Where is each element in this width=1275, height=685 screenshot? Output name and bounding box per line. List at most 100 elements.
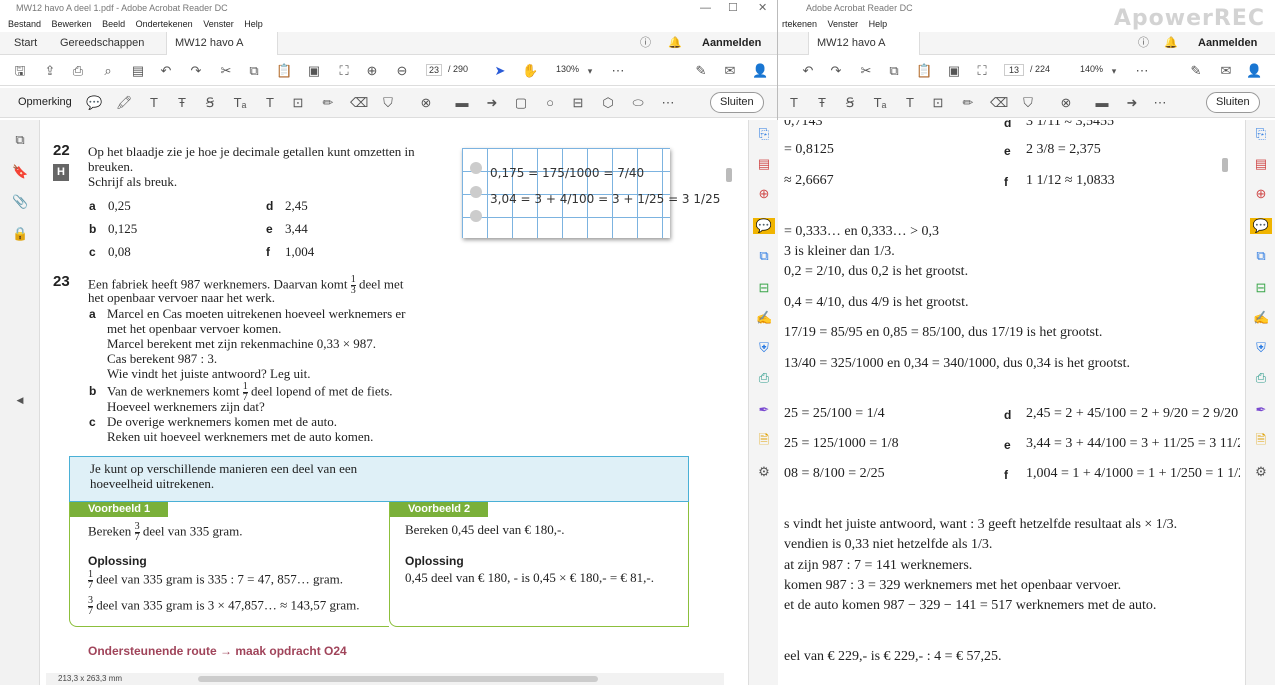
menu-bewerken[interactable]: Bewerken: [52, 19, 92, 29]
more-tools-side-icon[interactable]: ⚙: [756, 464, 772, 480]
arrow-icon[interactable]: ➜: [1124, 95, 1140, 111]
zoom-dropdown-icon[interactable]: ▾: [582, 63, 598, 79]
hand-tool-icon[interactable]: ✋: [522, 63, 538, 79]
menu-venster[interactable]: Venster: [203, 19, 234, 29]
combine-icon[interactable]: ⧉: [756, 248, 772, 264]
arrow-icon[interactable]: ➜: [484, 95, 500, 111]
page-down-icon[interactable]: ⊖: [394, 63, 410, 79]
text-tool-icon[interactable]: T: [262, 95, 278, 111]
pages-icon[interactable]: ⧉: [12, 132, 28, 148]
upload-icon[interactable]: ⇪: [42, 63, 58, 79]
minimize-icon[interactable]: —: [700, 0, 711, 16]
signin-button[interactable]: Aanmelden: [702, 32, 761, 55]
cut-icon[interactable]: ✂: [858, 63, 874, 79]
undo-icon[interactable]: ↶: [158, 63, 174, 79]
insert-text-icon[interactable]: Tₐ: [232, 95, 248, 111]
attach-icon[interactable]: ⊗: [418, 95, 434, 111]
bell-icon[interactable]: 🔔: [668, 32, 682, 55]
compress-icon[interactable]: ⊟: [1253, 280, 1269, 296]
zoom-icon[interactable]: ⌕: [100, 63, 116, 79]
organize-pages-icon[interactable]: ▤: [1253, 156, 1269, 172]
text-box-icon[interactable]: ⊡: [290, 95, 306, 111]
compress-icon[interactable]: ⊟: [756, 280, 772, 296]
menu-bestand[interactable]: Bestand: [8, 19, 41, 29]
line-icon[interactable]: ▬: [1094, 95, 1110, 111]
certificate-icon[interactable]: 🗎: [756, 432, 772, 448]
print-icon[interactable]: ⎙: [70, 63, 86, 79]
cut-icon[interactable]: ✂: [218, 63, 234, 79]
collapse-pane-icon[interactable]: ◀: [12, 392, 28, 408]
certificate-icon[interactable]: 🗎: [1253, 432, 1269, 448]
stamp-icon[interactable]: ⛉: [1020, 95, 1036, 111]
organize-pages-icon[interactable]: ▤: [756, 156, 772, 172]
eraser-icon[interactable]: ⌫: [990, 95, 1008, 111]
share-user-icon[interactable]: 👤: [1246, 63, 1262, 79]
select-arrow-icon[interactable]: ➤: [492, 63, 508, 79]
strikethrough-icon[interactable]: Ŧ: [814, 95, 830, 111]
scroll-thumb[interactable]: [1222, 158, 1228, 172]
menu-help[interactable]: Help: [869, 19, 888, 29]
help-icon[interactable]: ⓘ: [1138, 32, 1149, 55]
stamp-icon[interactable]: ⛉: [380, 95, 396, 111]
page-number-input[interactable]: 23: [426, 64, 442, 76]
close-comment-button[interactable]: Sluiten: [710, 92, 764, 113]
create-pdf-icon[interactable]: ⊕: [1253, 186, 1269, 202]
pencil-icon[interactable]: ✏: [320, 95, 336, 111]
combine-icon[interactable]: ⧉: [1253, 248, 1269, 264]
left-vertical-scrollbar[interactable]: [726, 122, 732, 662]
underline-text-icon[interactable]: T: [146, 95, 162, 111]
clipboard-icon[interactable]: 📋: [276, 63, 292, 79]
fill-sign-icon[interactable]: ✍: [756, 310, 772, 326]
bookmark-icon[interactable]: 🔖: [12, 164, 28, 180]
scan-icon[interactable]: ⎙: [1253, 370, 1269, 386]
more-icon[interactable]: ⋯: [1152, 95, 1168, 111]
scroll-thumb[interactable]: [726, 168, 732, 182]
zoom-dropdown-icon[interactable]: ▾: [1106, 63, 1122, 79]
maximize-icon[interactable]: ☐: [728, 0, 738, 16]
replace-text-icon[interactable]: Ꞩ: [842, 95, 858, 111]
tab-document[interactable]: MW12 havo A deel... ×: [166, 32, 278, 72]
zoom-level[interactable]: 130%: [556, 64, 579, 74]
rectangle-icon[interactable]: ▢: [513, 95, 529, 111]
zoom-level[interactable]: 140%: [1080, 64, 1103, 74]
export-pdf-icon[interactable]: ⎘: [1253, 126, 1269, 142]
tab-document[interactable]: MW12 havo A deel... ×: [808, 32, 920, 72]
menu-ondertekenen[interactable]: Ondertekenen: [136, 19, 193, 29]
menu-venster[interactable]: Venster: [828, 19, 859, 29]
underline-text-icon[interactable]: T: [786, 95, 802, 111]
copy-icon[interactable]: ⧉: [886, 63, 902, 79]
security-icon[interactable]: 🔒: [12, 226, 28, 242]
signin-button[interactable]: Aanmelden: [1198, 32, 1257, 55]
share-user-icon[interactable]: 👤: [752, 63, 768, 79]
close-icon[interactable]: ✕: [758, 0, 767, 16]
close-comment-button[interactable]: Sluiten: [1206, 92, 1260, 113]
menu-beeld[interactable]: Beeld: [102, 19, 125, 29]
page-up-icon[interactable]: ⊕: [364, 63, 380, 79]
menu-ondertekenen[interactable]: rtekenen: [782, 19, 817, 29]
snapshot-icon[interactable]: ▣: [946, 63, 962, 79]
find-icon[interactable]: ⛶: [336, 63, 352, 79]
page-number-input[interactable]: 13: [1004, 64, 1024, 76]
right-vertical-scrollbar[interactable]: [1222, 122, 1228, 662]
send-sign-icon[interactable]: ✒: [1253, 402, 1269, 418]
textcallout-icon[interactable]: ⊟: [570, 95, 586, 111]
help-icon[interactable]: ⓘ: [640, 32, 651, 55]
oval-icon[interactable]: ○: [542, 95, 558, 111]
comment-tool-icon[interactable]: 💬: [753, 218, 775, 234]
comment-tool-icon[interactable]: 💬: [1250, 218, 1272, 234]
scan-icon[interactable]: ⎙: [756, 370, 772, 386]
undo-icon[interactable]: ↶: [800, 63, 816, 79]
polygon-icon[interactable]: ⬡: [600, 95, 616, 111]
cloud-icon[interactable]: ⬭: [630, 95, 646, 111]
bell-icon[interactable]: 🔔: [1164, 32, 1178, 55]
strikethrough-icon[interactable]: Ŧ: [174, 95, 190, 111]
insert-text-icon[interactable]: Tₐ: [872, 95, 888, 111]
replace-text-icon[interactable]: Ꞩ: [202, 95, 218, 111]
text-tool-icon[interactable]: T: [902, 95, 918, 111]
file-icon[interactable]: ▤: [130, 63, 146, 79]
horizontal-scrollbar[interactable]: [198, 676, 598, 682]
mail-icon[interactable]: ✉: [722, 63, 738, 79]
snapshot-icon[interactable]: ▣: [306, 63, 322, 79]
fill-sign-icon[interactable]: ✍: [1253, 310, 1269, 326]
sticky-note-icon[interactable]: 💬: [86, 95, 102, 111]
